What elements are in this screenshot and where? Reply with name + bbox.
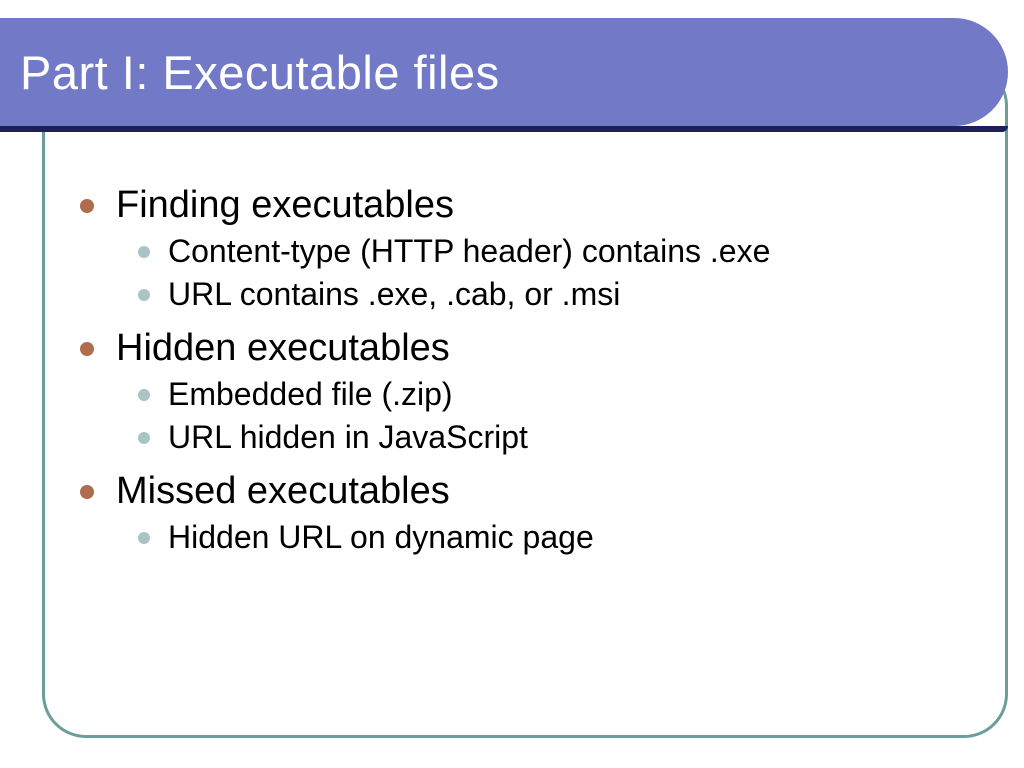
slide-content: Finding executables Content-type (HTTP h… [80, 180, 984, 570]
bullet-l2-text: Embedded file (.zip) [168, 376, 453, 413]
bullet-l2-text: Hidden URL on dynamic page [168, 519, 594, 556]
bullet-dot-icon [138, 432, 150, 444]
bullet-l2: URL contains .exe, .cab, or .msi [138, 276, 984, 313]
title-underline [0, 126, 1008, 132]
bullet-l2: Content-type (HTTP header) contains .exe [138, 233, 984, 270]
title-bar: Part I: Executable files [0, 18, 1008, 126]
bullet-dot-icon [80, 199, 94, 213]
bullet-dot-icon [138, 246, 150, 258]
bullet-l1: Finding executables [80, 184, 984, 227]
bullet-l2-text: Content-type (HTTP header) contains .exe [168, 233, 770, 270]
bullet-l1-text: Missed executables [116, 470, 450, 513]
title-bar-bg: Part I: Executable files [0, 18, 1008, 126]
bullet-dot-icon [80, 342, 94, 356]
bullet-group: Hidden executables Embedded file (.zip) … [80, 327, 984, 456]
bullet-l2-text: URL contains .exe, .cab, or .msi [168, 276, 620, 313]
bullet-l1: Hidden executables [80, 327, 984, 370]
bullet-dot-icon [138, 289, 150, 301]
bullet-group: Missed executables Hidden URL on dynamic… [80, 470, 984, 556]
slide-title: Part I: Executable files [20, 45, 500, 100]
bullet-l2: Hidden URL on dynamic page [138, 519, 984, 556]
bullet-group: Finding executables Content-type (HTTP h… [80, 184, 984, 313]
bullet-l2: Embedded file (.zip) [138, 376, 984, 413]
bullet-dot-icon [138, 532, 150, 544]
bullet-dot-icon [80, 485, 94, 499]
bullet-l1: Missed executables [80, 470, 984, 513]
bullet-l2: URL hidden in JavaScript [138, 419, 984, 456]
bullet-dot-icon [138, 389, 150, 401]
bullet-l1-text: Finding executables [116, 184, 454, 227]
slide: Part I: Executable files Finding executa… [0, 0, 1024, 768]
bullet-l1-text: Hidden executables [116, 327, 450, 370]
bullet-l2-text: URL hidden in JavaScript [168, 419, 528, 456]
